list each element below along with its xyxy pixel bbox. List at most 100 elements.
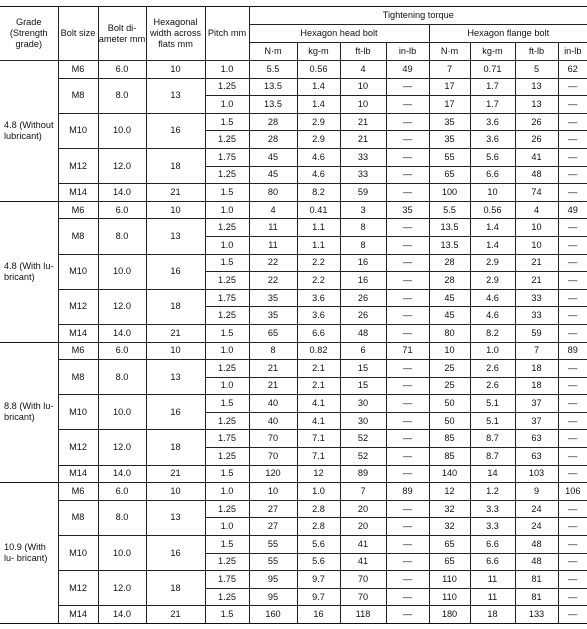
- bolt-diameter-cell: 8.0: [97, 218, 147, 255]
- head-kgm-cell: 3.6: [296, 306, 341, 325]
- flange-ftlb-cell: 41: [514, 147, 559, 167]
- head-nm-cell: 40: [248, 411, 298, 431]
- head-nm-cell: 80: [248, 183, 298, 202]
- head-inlb-cell: —: [385, 165, 430, 185]
- flange-kgm-cell: 0.56: [469, 200, 516, 220]
- flange-ftlb-cell: 10: [514, 235, 559, 255]
- header-hex-head-bolt: Hexagon head bolt: [248, 24, 430, 43]
- bolt-diameter-cell: 6.0: [97, 60, 147, 79]
- head-nm-cell: 28: [248, 130, 298, 149]
- head-ftlb-cell: 16: [339, 253, 387, 273]
- grade-cell: 4.8 (Without lubricant): [0, 60, 59, 202]
- header-hex-flange-bolt: Hexagon flange bolt: [428, 24, 587, 43]
- hex-width-cell: 16: [145, 253, 206, 290]
- head-kgm-cell: 4.6: [296, 165, 341, 185]
- flange-nm-cell: 65: [428, 535, 471, 554]
- header-grade: Grade (Strength grade): [0, 6, 59, 61]
- head-nm-cell: 27: [248, 499, 298, 519]
- flange-kgm-cell: 1.4: [469, 218, 516, 237]
- flange-inlb-cell: —: [557, 165, 587, 185]
- head-nm-cell: 70: [248, 447, 298, 466]
- flange-nm-cell: 5.5: [428, 200, 471, 220]
- pitch-cell: 1.75: [204, 147, 250, 167]
- table-row: M14 14.0 21 1.5 65 6.6 48—80 8.2 59—: [0, 323, 587, 343]
- head-inlb-cell: —: [385, 394, 430, 413]
- flange-kgm-cell: 1.0: [469, 341, 516, 361]
- flange-inlb-cell: —: [557, 394, 587, 413]
- head-inlb-cell: —: [385, 411, 430, 431]
- tightening-torque-table: Grade (Strength grade) Bolt size Bolt di…: [0, 6, 587, 624]
- flange-ftlb-cell: 21: [514, 271, 559, 290]
- head-inlb-cell: —: [385, 253, 430, 273]
- head-ftlb-cell: 52: [339, 429, 387, 449]
- flange-kgm-cell: 0.71: [469, 60, 516, 79]
- flange-kgm-cell: 11: [469, 570, 516, 589]
- head-kgm-cell: 1.1: [296, 218, 341, 237]
- head-ftlb-cell: 4: [339, 60, 387, 79]
- head-kgm-cell: 2.9: [296, 112, 341, 132]
- head-inlb-cell: —: [385, 429, 430, 449]
- head-inlb-cell: —: [385, 147, 430, 167]
- hex-width-cell: 21: [145, 183, 206, 202]
- bolt-size-cell: M12: [57, 429, 99, 466]
- flange-ftlb-cell: 24: [514, 499, 559, 519]
- bolt-size-cell: M8: [57, 499, 99, 537]
- table-row: M10 10.0 16 1.5 28 2.9 21—35 3.6 26—: [0, 112, 587, 149]
- bolt-size-cell: M6: [57, 341, 99, 361]
- head-inlb-cell: 35: [385, 200, 430, 220]
- flange-ftlb-cell: 13: [514, 95, 559, 114]
- flange-inlb-cell: —: [557, 235, 587, 255]
- flange-inlb-cell: —: [557, 429, 587, 449]
- pitch-cell: 1.25: [204, 306, 250, 325]
- flange-nm-cell: 32: [428, 499, 471, 519]
- flange-nm-cell: 85: [428, 447, 471, 466]
- flange-kgm-cell: 3.6: [469, 130, 516, 149]
- head-kgm-cell: 2.8: [296, 517, 341, 537]
- flange-inlb-cell: 49: [557, 200, 587, 220]
- flange-nm-cell: 28: [428, 271, 471, 290]
- hex-width-cell: 10: [145, 200, 206, 220]
- hex-width-cell: 18: [145, 429, 206, 466]
- flange-nm-cell: 10: [428, 341, 471, 361]
- head-inlb-cell: —: [385, 77, 430, 97]
- flange-inlb-cell: —: [557, 306, 587, 325]
- flange-kgm-cell: 14: [469, 464, 516, 484]
- head-kgm-cell: 4.1: [296, 411, 341, 431]
- flange-nm-cell: 85: [428, 429, 471, 449]
- unit-head-kgm: kg-m: [296, 42, 341, 61]
- flange-nm-cell: 140: [428, 464, 471, 484]
- head-nm-cell: 4: [248, 200, 298, 220]
- head-ftlb-cell: 89: [339, 464, 387, 484]
- flange-inlb-cell: —: [557, 147, 587, 167]
- head-nm-cell: 160: [248, 605, 298, 624]
- flange-kgm-cell: 10: [469, 183, 516, 202]
- unit-flange-ftlb: ft-lb: [514, 42, 559, 61]
- flange-ftlb-cell: 48: [514, 535, 559, 554]
- flange-inlb-cell: —: [557, 376, 587, 396]
- bolt-diameter-cell: 10.0: [97, 253, 147, 290]
- head-inlb-cell: —: [385, 517, 430, 537]
- bolt-diameter-cell: 14.0: [97, 464, 147, 484]
- flange-inlb-cell: —: [557, 517, 587, 537]
- head-nm-cell: 40: [248, 394, 298, 413]
- head-nm-cell: 120: [248, 464, 298, 484]
- table-body: 4.8 (Without lubricant) M6 6.0 10 1.0 5.5 0.56…: [0, 60, 587, 624]
- pitch-cell: 1.75: [204, 429, 250, 449]
- head-ftlb-cell: 41: [339, 535, 387, 554]
- head-nm-cell: 65: [248, 323, 298, 343]
- bolt-size-cell: M14: [57, 605, 99, 624]
- head-ftlb-cell: 10: [339, 77, 387, 97]
- bolt-diameter-cell: 10.0: [97, 535, 147, 572]
- flange-nm-cell: 17: [428, 77, 471, 97]
- flange-ftlb-cell: 26: [514, 130, 559, 149]
- head-inlb-cell: —: [385, 605, 430, 624]
- head-nm-cell: 70: [248, 429, 298, 449]
- pitch-cell: 1.0: [204, 376, 250, 396]
- flange-inlb-cell: —: [557, 552, 587, 572]
- flange-inlb-cell: —: [557, 130, 587, 149]
- flange-inlb-cell: —: [557, 359, 587, 378]
- hex-width-cell: 13: [145, 359, 206, 396]
- table-row: M12 12.0 18 1.75 70 7.1 52—85 8.7 63—: [0, 429, 587, 466]
- pitch-cell: 1.5: [204, 605, 250, 624]
- head-ftlb-cell: 70: [339, 587, 387, 607]
